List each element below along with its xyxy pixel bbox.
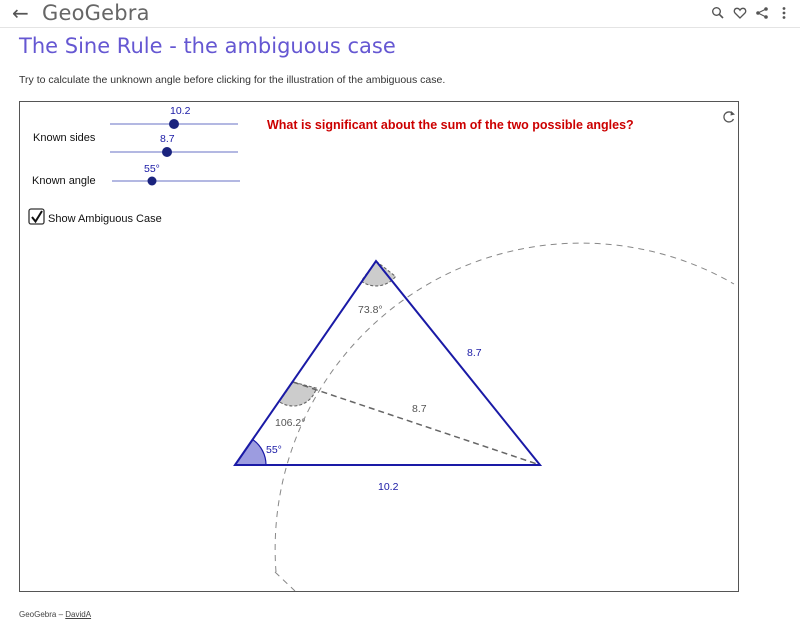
dashed-side-length-label: 8.7 [412, 403, 427, 415]
footer-separator: – [56, 610, 66, 619]
question-text: What is significant about the sum of the… [267, 118, 634, 132]
known-angle-label: Known angle [32, 175, 96, 187]
top-bar-icons [710, 4, 792, 22]
applet-canvas[interactable]: 10.2 8.7 8.7 55° 73.8° 106.2° 10.2 Known… [20, 102, 738, 591]
angle-top-label: 73.8° [358, 304, 383, 316]
slider-side2-knob[interactable] [162, 147, 172, 157]
angle-bottom-left-label: 55° [266, 444, 282, 456]
top-bar: ← GeoGebra [0, 0, 800, 28]
slider-side1-value: 10.2 [170, 105, 191, 117]
share-icon[interactable] [754, 5, 770, 21]
slider-side1-knob[interactable] [169, 119, 179, 129]
ambiguous-dashed-side [292, 381, 541, 466]
known-sides-label: Known sides [33, 132, 96, 144]
footer: GeoGebra – DavidA [19, 610, 91, 619]
angle-obtuse-label: 106.2° [275, 417, 305, 429]
slider-side2-value: 8.7 [160, 133, 175, 145]
right-side-length-label: 8.7 [467, 347, 482, 359]
heart-icon[interactable] [732, 5, 748, 21]
show-ambiguous-label[interactable]: Show Ambiguous Case [48, 213, 162, 225]
back-arrow-icon[interactable]: ← [12, 2, 29, 24]
page-title: The Sine Rule - the ambiguous case [19, 34, 396, 58]
construction-circle-tail [274, 571, 296, 591]
search-icon[interactable] [710, 5, 726, 21]
page-subtitle: Try to calculate the unknown angle befor… [19, 74, 446, 86]
slider-angle-value: 55° [144, 163, 160, 175]
more-vert-icon[interactable] [776, 5, 792, 21]
base-length-label: 10.2 [378, 481, 399, 493]
geogebra-logo[interactable]: GeoGebra [42, 1, 150, 25]
footer-author-link[interactable]: DavidA [65, 610, 91, 619]
construction-circle-arc [274, 242, 735, 573]
slider-angle-knob[interactable] [147, 176, 157, 186]
main-triangle[interactable] [233, 259, 543, 466]
geogebra-applet[interactable]: 10.2 8.7 8.7 55° 73.8° 106.2° 10.2 Known… [19, 101, 739, 592]
refresh-icon[interactable] [723, 111, 735, 123]
footer-brand: GeoGebra [19, 610, 57, 619]
